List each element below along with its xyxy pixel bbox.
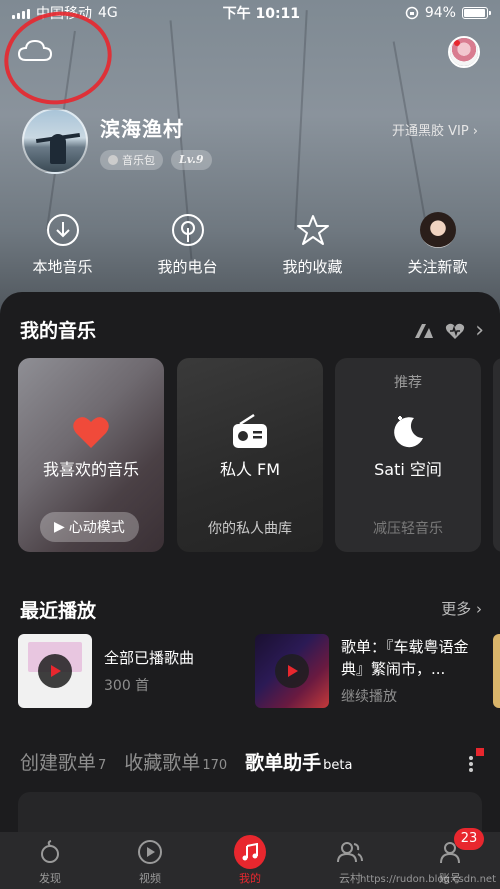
nav-label: 发现 (39, 871, 61, 885)
quick-label: 本地音乐 (32, 258, 93, 276)
vip-link-label: 开通黑胶 VIP (391, 124, 469, 139)
play-icon[interactable] (275, 654, 309, 688)
my-radio-button[interactable]: 我的电台 (133, 212, 243, 282)
quick-label: 关注新歌 (407, 258, 468, 276)
quick-label: 我的电台 (157, 258, 218, 276)
local-music-button[interactable]: 本地音乐 (8, 212, 118, 282)
heart-icon (71, 412, 111, 452)
chevron-right-icon[interactable]: › (475, 318, 484, 343)
tab-count: 170 (202, 758, 228, 773)
play-icon[interactable] (38, 654, 72, 688)
cloud-icon[interactable] (16, 36, 56, 66)
tab-label: 创建歌单 (20, 752, 97, 774)
music-panel: 我的音乐 › 我喜欢的音乐 ▶ 心动模式 私人 FM 你的私人曲库 推荐 Sati… (0, 292, 500, 832)
tab-created-playlists[interactable]: 创建歌单 7 (20, 748, 106, 775)
account-badge-count: 23 (454, 827, 484, 850)
my-favorites-button[interactable]: 我的收藏 (258, 212, 368, 282)
tab-count: beta (323, 758, 353, 773)
heart-mode-label: 心动模式 (68, 520, 125, 536)
nav-discover[interactable]: 发现 (0, 836, 100, 886)
moon-icon (388, 412, 428, 452)
watermark: https://rudon.blog.csdn.net (359, 874, 496, 885)
network-text: 4G (98, 5, 118, 21)
tab-label: 歌单助手 (245, 752, 322, 774)
clock: 下午 10:11 (222, 6, 301, 22)
profile-section[interactable]: 滨海渔村 音乐包 Lv.9 (22, 108, 212, 174)
notification-dot (476, 748, 484, 756)
music-pack-label: 音乐包 (122, 153, 155, 167)
personal-fm-card[interactable]: 私人 FM 你的私人曲库 (177, 358, 323, 552)
card-sub: 你的私人曲库 (208, 521, 292, 537)
card-label: 私人 FM (219, 460, 281, 479)
recent-sub: 300 首 (104, 678, 150, 694)
card-tag: 推荐 (394, 375, 422, 391)
quick-actions: 本地音乐 我的电台 我的收藏 关注新歌 (0, 212, 500, 282)
battery-icon (461, 7, 491, 19)
card-label: Sati 空间 (374, 460, 442, 479)
tab-label: 收藏歌单 (124, 752, 201, 774)
recent-name: 全部已播歌曲 (104, 649, 195, 667)
star-icon (295, 212, 331, 248)
chevron-right-icon: › (476, 600, 482, 618)
card-sub: 减压轻音乐 (373, 521, 443, 537)
recent-sub: 继续播放 (341, 689, 397, 705)
recent-name: 歌单：『车载粤语金典』繁闹市，... (341, 638, 469, 678)
playlist-list (18, 792, 482, 832)
recent-item[interactable]: 歌单：『车载粤语金典』繁闹市，... 继续播放 (255, 634, 491, 708)
liked-music-card[interactable]: 我喜欢的音乐 ▶ 心动模式 (18, 358, 164, 552)
sati-space-card[interactable]: 推荐 Sati 空间 减压轻音乐 (335, 358, 481, 552)
more-link[interactable]: 更多 › (441, 598, 482, 619)
heart-mode-button[interactable]: ▶ 心动模式 (40, 512, 139, 542)
nav-label: 视频 (139, 871, 161, 885)
music-note-icon (234, 834, 266, 869)
playlist-cover (255, 634, 329, 708)
next-card-peek[interactable] (493, 358, 500, 552)
nav-label: 我的 (239, 871, 261, 885)
discover-icon (34, 836, 66, 868)
recent-item-peek[interactable] (493, 634, 500, 708)
username[interactable]: 滨海渔村 (100, 113, 212, 142)
artist-avatar (419, 212, 456, 248)
signal-icon (12, 7, 30, 19)
card-label: 我喜欢的音乐 (42, 460, 139, 479)
disc-icon (108, 154, 118, 165)
my-music-title: 我的音乐 (20, 320, 97, 342)
notification-dot (454, 40, 460, 46)
radio-podcast-icon (170, 212, 206, 248)
tab-playlist-assistant[interactable]: 歌单助手 beta (245, 748, 352, 775)
battery-percent: 94% (424, 5, 456, 21)
vip-link[interactable]: 开通黑胶 VIP › (392, 120, 478, 139)
ai-logo-icon[interactable] (413, 322, 435, 340)
album-cover (18, 634, 92, 708)
radio-icon (230, 412, 270, 452)
nav-mine[interactable]: 我的 (200, 834, 300, 886)
nav-video[interactable]: 视频 (100, 836, 200, 886)
more-options-icon[interactable] (468, 748, 484, 774)
more-label: 更多 (441, 600, 472, 618)
rotation-lock-icon (405, 6, 419, 20)
follow-new-songs-button[interactable]: 关注新歌 (383, 212, 493, 282)
level-badge[interactable]: Lv.9 (171, 149, 212, 170)
quick-label: 我的收藏 (282, 258, 343, 276)
community-icon (334, 836, 366, 868)
video-icon (134, 836, 166, 868)
avatar[interactable] (22, 108, 88, 174)
music-pack-badge[interactable]: 音乐包 (100, 149, 163, 170)
chevron-right-icon: › (472, 124, 478, 139)
recent-title: 最近播放 (20, 600, 97, 622)
download-circle-icon (45, 212, 81, 248)
mini-avatar-button[interactable] (448, 36, 480, 68)
heartbeat-icon[interactable] (445, 322, 465, 340)
play-icon: ▶ (54, 519, 65, 535)
tab-collected-playlists[interactable]: 收藏歌单 170 (124, 748, 227, 775)
tab-count: 7 (98, 758, 107, 773)
recent-item[interactable]: 全部已播歌曲 300 首 (18, 634, 194, 708)
playlist-tabs: 创建歌单 7 收藏歌单 170 歌单助手 beta (20, 748, 352, 775)
bottom-nav: 发现 视频 我的 云村 账号 23 https://rudon.blog.csd… (0, 827, 500, 889)
